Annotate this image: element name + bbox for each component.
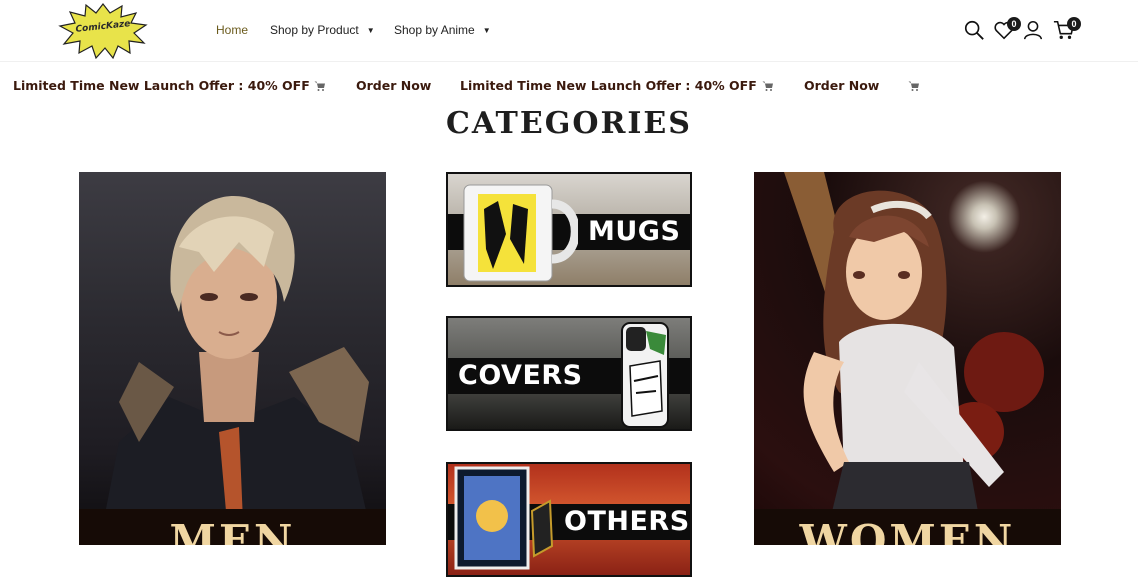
cart-button[interactable]: 0 bbox=[1053, 17, 1081, 45]
men-artwork bbox=[99, 196, 374, 545]
user-icon bbox=[1023, 20, 1043, 40]
covers-label: COVERS bbox=[458, 360, 583, 391]
phone-cover-image bbox=[621, 322, 669, 428]
offer-ticker: Limited Time New Launch Offer : 40% OFF … bbox=[0, 74, 1138, 98]
search-button[interactable] bbox=[963, 19, 989, 45]
wishlist-count-badge: 0 bbox=[1007, 17, 1021, 31]
offer-text: Limited Time New Launch Offer : 40% OFF bbox=[13, 78, 310, 93]
comickaze-logo[interactable]: ComicKaze bbox=[58, 3, 148, 60]
cart-count-badge: 0 bbox=[1067, 17, 1081, 31]
nav-shop-by-product-label: Shop by Product bbox=[270, 23, 359, 37]
others-label: OTHERS bbox=[564, 506, 690, 537]
mugs-label: MUGS bbox=[588, 216, 681, 247]
category-banner-mugs[interactable]: MUGS bbox=[446, 172, 692, 287]
caret-down-icon: ▼ bbox=[366, 25, 375, 35]
caret-down-icon: ▼ bbox=[482, 25, 491, 35]
nav-shop-by-anime-label: Shop by Anime bbox=[394, 23, 475, 37]
women-label: WOMEN bbox=[799, 516, 1016, 545]
category-card-women[interactable]: WOMEN bbox=[754, 172, 1061, 545]
men-label: MEN bbox=[169, 516, 296, 545]
site-header: ComicKaze Home Shop by Product ▼ Shop by… bbox=[0, 0, 1138, 62]
poster-frame-image bbox=[454, 466, 554, 570]
cart-icon bbox=[314, 80, 326, 92]
order-now-link[interactable]: Order Now bbox=[356, 78, 431, 93]
category-banner-others[interactable]: OTHERS bbox=[446, 462, 692, 577]
nav-shop-by-product[interactable]: Shop by Product ▼ bbox=[270, 23, 375, 37]
nav-home[interactable]: Home bbox=[216, 23, 248, 37]
women-artwork bbox=[784, 172, 1044, 545]
nav-shop-by-anime[interactable]: Shop by Anime ▼ bbox=[394, 23, 491, 37]
offer-text: Limited Time New Launch Offer : 40% OFF bbox=[460, 78, 757, 93]
wishlist-button[interactable]: 0 bbox=[993, 17, 1021, 45]
cart-icon bbox=[762, 80, 774, 92]
search-icon bbox=[964, 20, 984, 40]
cart-icon bbox=[908, 80, 920, 92]
categories-heading: CATEGORIES bbox=[446, 106, 692, 141]
category-card-men[interactable]: MEN bbox=[79, 172, 386, 545]
category-banner-covers[interactable]: COVERS bbox=[446, 316, 692, 431]
order-now-link[interactable]: Order Now bbox=[804, 78, 879, 93]
main-nav: Home Shop by Product ▼ Shop by Anime ▼ bbox=[216, 23, 491, 37]
mug-image bbox=[463, 184, 578, 282]
account-button[interactable] bbox=[1022, 19, 1048, 45]
